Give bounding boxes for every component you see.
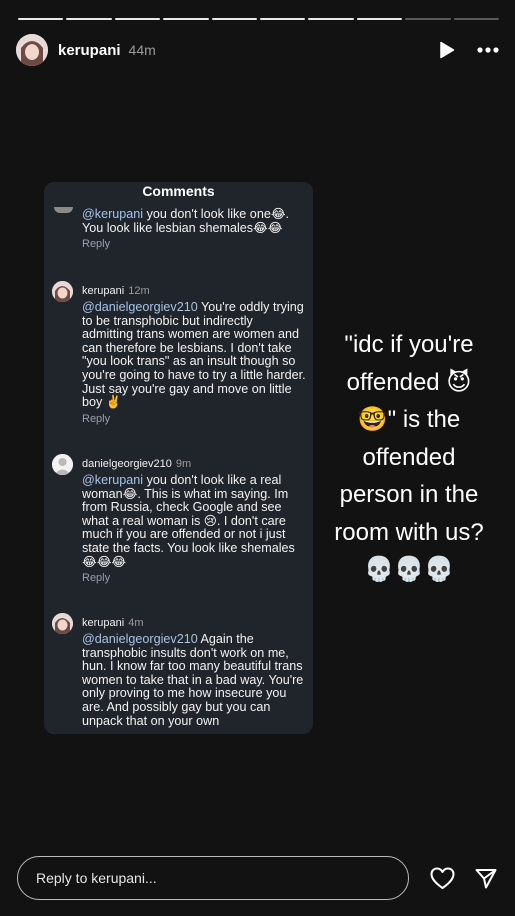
progress-segment	[18, 18, 64, 20]
progress-segment	[308, 18, 354, 20]
comment-mention[interactable]: @danielgeorgiev210	[82, 632, 198, 646]
reply-link[interactable]: Reply	[82, 413, 306, 425]
comment: danielgeorgiev210 9m @kerupani you don't…	[52, 453, 306, 584]
progress-segment	[356, 18, 403, 20]
progress-segment	[163, 18, 209, 20]
play-icon	[440, 41, 455, 59]
play-button[interactable]	[439, 41, 455, 59]
comment-text: @kerupani you don't look like one😂. You …	[82, 207, 290, 235]
avatar[interactable]	[16, 34, 48, 66]
progress-segment	[453, 18, 500, 20]
comments-screenshot: Comments @kerupani you don't look like o…	[44, 182, 313, 734]
comment-username: danielgeorgiev210	[82, 458, 172, 470]
story-header: kerupani 44m	[16, 33, 499, 67]
progress-segment	[405, 18, 451, 20]
avatar	[52, 280, 73, 302]
share-button[interactable]	[475, 868, 497, 889]
story-username[interactable]: kerupani	[58, 42, 121, 59]
avatar	[52, 612, 73, 634]
story-text-overlay: "idc if you're offended 😈🤓" is the offen…	[334, 331, 484, 583]
comment-username: kerupani	[82, 617, 125, 629]
comment: @kerupani you don't look like one😂. You …	[52, 207, 306, 250]
heart-icon	[430, 867, 455, 889]
comment-mention[interactable]: @kerupani	[82, 207, 143, 221]
story-time: 44m	[128, 42, 156, 58]
comment-text: @danielgeorgiev210 Again the transphobic…	[82, 632, 304, 728]
reply-link[interactable]: Reply	[82, 238, 306, 250]
comment-time: 4m	[128, 617, 144, 629]
comment-time: 12m	[128, 285, 150, 297]
more-options-button[interactable]	[477, 47, 499, 53]
comment: kerupani 12m @danielgeorgiev210 You're o…	[52, 280, 306, 425]
comment-mention[interactable]: @danielgeorgiev210	[82, 300, 198, 314]
reply-link[interactable]: Reply	[82, 572, 306, 584]
story-footer	[17, 856, 497, 900]
comments-title: Comments	[142, 183, 215, 199]
comment-text: @kerupani you don't look like a real wom…	[82, 473, 295, 569]
comment-text: @danielgeorgiev210 You're oddly trying t…	[82, 300, 306, 410]
comment-mention[interactable]: @kerupani	[82, 473, 143, 487]
send-icon	[475, 868, 497, 888]
avatar	[52, 453, 73, 475]
story-progress-bar	[18, 18, 500, 20]
progress-segment	[211, 18, 258, 20]
comment-time: 9m	[175, 458, 192, 470]
progress-segment	[260, 18, 306, 20]
more-icon	[477, 47, 499, 53]
comment-username: kerupani	[82, 285, 125, 297]
like-button[interactable]	[430, 867, 455, 890]
reply-input[interactable]	[17, 856, 409, 900]
comment: kerupani 4m @danielgeorgiev210 Again the…	[52, 612, 306, 728]
progress-segment	[66, 18, 112, 20]
progress-segment	[114, 18, 161, 20]
